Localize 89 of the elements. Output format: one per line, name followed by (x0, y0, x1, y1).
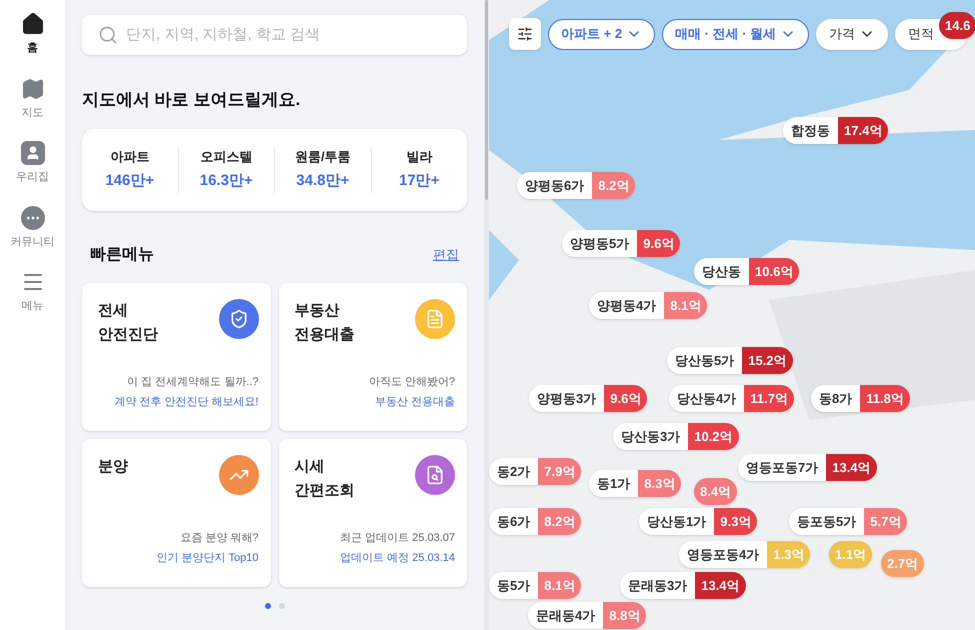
marker-label: 당산동3가 (613, 423, 688, 450)
search-input[interactable]: 단지, 지역, 지하철, 학교 검색 (126, 24, 451, 46)
marker-label: 당산동1가 (639, 508, 714, 535)
card-hint: 최근 업데이트 25.03.07 (340, 530, 455, 546)
card-title: 부동산 전용대출 (294, 300, 354, 344)
marker-label: 양평동5가 (562, 230, 638, 257)
marker-label: 문래동4가 (528, 602, 604, 629)
filter-chip[interactable]: 매매 · 전세 · 월세 (662, 18, 810, 50)
stat-value: 34.8만+ (296, 171, 350, 191)
card-hint: 아직도 안해봤어? (368, 374, 455, 390)
stat-label: 원룸/투룸 (294, 148, 351, 166)
stat-value: 16.3만+ (200, 171, 253, 191)
nav-item[interactable]: 지도 (20, 76, 44, 121)
card-link[interactable]: 업데이트 예정 25.03.14 (340, 550, 455, 566)
marker-label: 동2가 (489, 458, 538, 485)
marker-price: 7.9억 (538, 458, 582, 485)
stat-value: 17만+ (399, 171, 440, 191)
marker-price: 11.8억 (860, 385, 910, 412)
marker-label: 당산동 (694, 258, 749, 285)
document-search-icon (415, 454, 455, 494)
settings-icon (517, 26, 533, 42)
card-title: 전세 안전진단 (98, 300, 158, 344)
marker-label: 동5가 (489, 572, 538, 599)
stat-label: 빌라 (406, 148, 432, 166)
marker-label: 등포동5가 (789, 508, 864, 535)
search-field[interactable]: 단지, 지역, 지하철, 학교 검색 (82, 15, 467, 55)
marker-label: 양평동4가 (589, 292, 664, 319)
marker-price: 13.4억 (695, 572, 746, 599)
marker-price: 9.6억 (604, 385, 648, 412)
quick-menu-card[interactable]: 전세 안전진단 이 집 전세계약해도 될까..? 계약 전후 안전진단 해보세요! (82, 282, 270, 430)
card-hint: 이 집 전세계약해도 될까..? (127, 374, 258, 390)
marker-label: 동6가 (489, 508, 538, 535)
stat-label: 아파트 (110, 148, 150, 166)
marker-label: 합정동 (783, 117, 838, 144)
card-link[interactable]: 인기 분양단지 Top10 (156, 550, 258, 566)
home-icon (20, 12, 44, 36)
marker-label: 영등포동7가 (738, 454, 826, 481)
quick-menu-card[interactable]: 부동산 전용대출 아직도 안해봤어? 부동산 전용대출 (278, 282, 467, 430)
marker-label: 동1가 (589, 470, 638, 497)
nav-item[interactable]: 우리집 (16, 141, 49, 186)
stat-label: 오피스텔 (200, 148, 252, 166)
marker-price: 10.2억 (688, 423, 739, 450)
nav-item[interactable]: 커뮤니티 (10, 206, 54, 250)
filter-settings-button[interactable] (509, 18, 541, 50)
marker-label: 동8가 (811, 385, 860, 412)
marker-label: 양평동6가 (517, 172, 592, 199)
filter-chip[interactable]: 가격 (816, 18, 888, 50)
card-link[interactable]: 계약 전후 안전진단 해보세요! (114, 394, 258, 410)
card-hint: 요즘 분양 뭐해? (180, 530, 258, 546)
marker-price: 5.7억 (864, 508, 908, 535)
marker-price: 9.6억 (637, 230, 680, 257)
marker-price: 8.8억 (603, 602, 646, 629)
section-heading: 지도에서 바로 보여드릴게요. (82, 89, 302, 111)
marker-price: 8.1억 (664, 292, 708, 319)
marker-price: 9.3억 (714, 508, 758, 535)
marker-price: 8.2억 (592, 172, 636, 199)
edit-link[interactable]: 편집 (433, 244, 459, 264)
marker-price: 17.4억 (838, 117, 888, 144)
nav-item[interactable]: 홈 (20, 12, 44, 56)
map-icon (20, 76, 44, 100)
marker-label: 문래동3가 (620, 572, 696, 599)
nav-item[interactable]: 메뉴 (20, 270, 44, 314)
stat-value: 146만+ (105, 171, 154, 191)
quick-menu-card[interactable]: 시세 간편조회 최근 업데이트 25.03.07 업데이트 예정 25.03.14 (278, 438, 467, 586)
card-link[interactable]: 부동산 전용대출 (374, 394, 455, 410)
marker-price: 8.2억 (538, 508, 582, 535)
marker-price: 11.7억 (744, 385, 794, 412)
marker-price: 8.1억 (538, 572, 582, 599)
chat-icon (20, 206, 44, 230)
scrollbar-thumb[interactable] (485, 0, 488, 200)
person-house-icon (20, 141, 44, 165)
card-title: 분양 (98, 456, 128, 476)
marker-label: 당산동5가 (667, 347, 742, 374)
chart-icon (218, 454, 258, 494)
card-title: 시세 간편조회 (294, 456, 354, 500)
search-icon (98, 25, 118, 45)
marker-price: 13.4억 (826, 454, 877, 481)
filter-chip[interactable]: 아파트 + 2 (548, 18, 656, 50)
section-heading: 빠른메뉴 (90, 244, 154, 264)
document-icon (415, 298, 455, 338)
marker-price: 8.3억 (638, 470, 682, 497)
quick-menu-card[interactable]: 분양 요즘 분양 뭐해? 인기 분양단지 Top10 (82, 438, 270, 586)
shield-check-icon (218, 298, 258, 338)
marker-label: 양평동3가 (529, 385, 604, 412)
marker-price: 10.6억 (749, 258, 800, 285)
marker-price: 1.3억 (767, 541, 810, 568)
marker-label: 당산동4가 (669, 385, 744, 412)
marker-label: 영등포동4가 (679, 541, 768, 568)
marker-price: 15.2억 (742, 347, 793, 374)
